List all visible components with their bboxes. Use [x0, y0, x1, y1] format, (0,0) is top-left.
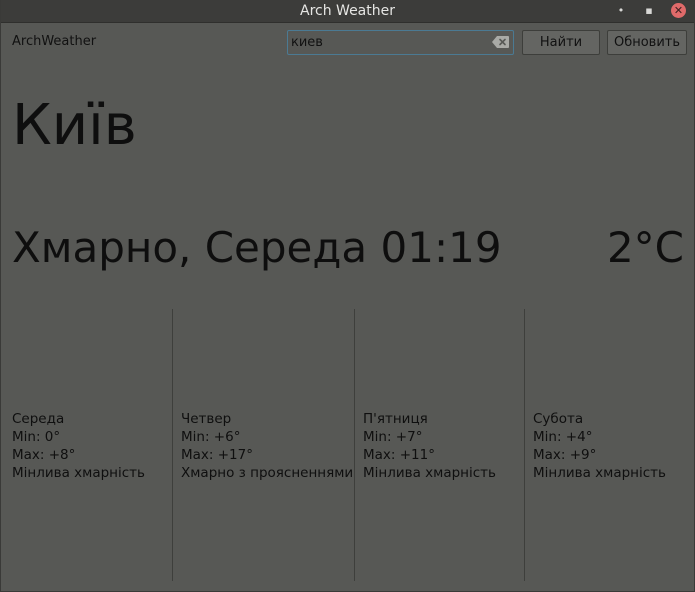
- forecast-max-temp: Max: +11°: [363, 447, 435, 463]
- current-temperature: 2°C: [606, 223, 684, 272]
- title-bar[interactable]: Arch Weather • ▪ ✕: [1, 0, 694, 23]
- forecast-day-card: Четвер Min: +6° Max: +17° Хмарно з прояс…: [181, 410, 353, 482]
- app-name-label: ArchWeather: [12, 34, 97, 49]
- forecast-day-name: Четвер: [181, 411, 232, 427]
- close-icon[interactable]: ✕: [671, 3, 686, 18]
- forecast-day-card: Середа Min: 0° Max: +8° Мінлива хмарніст…: [12, 410, 145, 482]
- forecast-description: Мінлива хмарність: [533, 465, 666, 481]
- forecast-min-temp: Min: +7°: [363, 429, 423, 445]
- minimize-icon[interactable]: •: [613, 3, 629, 19]
- forecast-max-temp: Max: +17°: [181, 447, 253, 463]
- forecast-day-name: Субота: [533, 411, 584, 427]
- forecast-day-card: П'ятниця Min: +7° Max: +11° Мінлива хмар…: [363, 410, 496, 482]
- forecast-max-temp: Max: +9°: [533, 447, 597, 463]
- refresh-button[interactable]: Обновить: [607, 30, 687, 55]
- column-divider: [524, 309, 525, 581]
- forecast-day-name: Середа: [12, 411, 65, 427]
- find-button[interactable]: Найти: [522, 30, 600, 55]
- column-divider: [172, 309, 173, 581]
- forecast-day-name: П'ятниця: [363, 411, 428, 427]
- maximize-icon[interactable]: ▪: [641, 3, 657, 19]
- forecast-description: Хмарно з проясненнями: [181, 465, 354, 481]
- current-conditions: Хмарно, Середа 01:19: [12, 223, 502, 272]
- forecast-min-temp: Min: 0°: [12, 429, 61, 445]
- city-search-input[interactable]: [287, 30, 514, 55]
- forecast-description: Мінлива хмарність: [12, 465, 145, 481]
- forecast-description: Мінлива хмарність: [363, 465, 496, 481]
- clear-text-icon[interactable]: [492, 36, 509, 48]
- forecast-max-temp: Max: +8°: [12, 447, 76, 463]
- window-title: Arch Weather: [300, 3, 395, 19]
- app-window: Arch Weather • ▪ ✕ ArchWeather Найти Обн…: [0, 0, 695, 592]
- forecast-min-temp: Min: +4°: [533, 429, 593, 445]
- forecast-day-card: Субота Min: +4° Max: +9° Мінлива хмарніс…: [533, 410, 666, 482]
- city-name: Київ: [12, 93, 137, 158]
- column-divider: [354, 309, 355, 581]
- forecast-min-temp: Min: +6°: [181, 429, 241, 445]
